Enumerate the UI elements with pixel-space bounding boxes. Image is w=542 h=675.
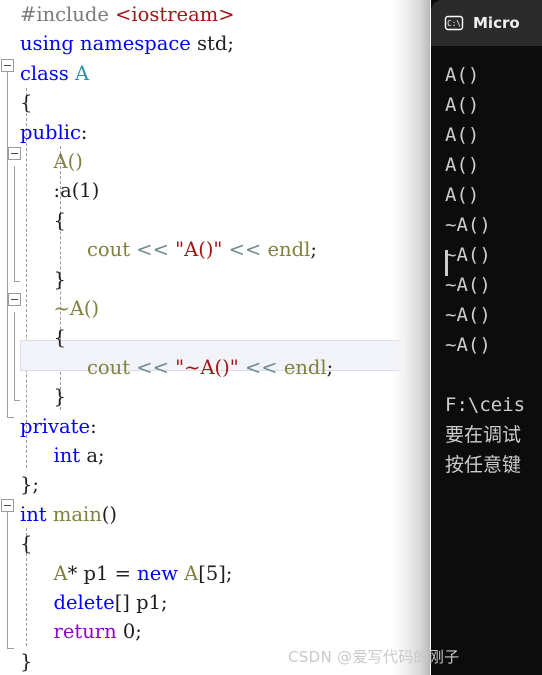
code-token: [] (114, 591, 130, 614)
code-token: A (184, 561, 199, 585)
code-token: int (20, 502, 47, 526)
code-token: : (80, 120, 88, 144)
code-token: private (20, 414, 91, 438)
console-line: ~A() (445, 304, 491, 326)
code-token: using namespace (20, 32, 191, 56)
code-token: #include (20, 3, 116, 26)
code-line[interactable]: :a(1) (0, 176, 430, 205)
code-token: 0; (116, 620, 142, 644)
code-token: { (20, 91, 33, 115)
code-token: A (53, 561, 68, 585)
code-line[interactable]: public: (0, 118, 430, 147)
code-token: new (137, 561, 178, 585)
code-editor[interactable]: #include <iostream> using namespace std; c… (0, 0, 430, 675)
console-line: A() (445, 64, 480, 86)
code-token: endl (267, 238, 311, 262)
code-line[interactable]: { (0, 323, 430, 352)
code-token: ~A() (53, 297, 100, 320)
code-line[interactable]: int main() (0, 500, 430, 529)
code-token: [5]; (198, 561, 233, 585)
code-line[interactable]: using namespace std; (0, 29, 430, 58)
code-token: std; (190, 32, 234, 56)
console-line: ~A() (445, 214, 491, 236)
code-line[interactable]: cout << "A()" << endl; (0, 235, 430, 264)
code-token: public (20, 120, 81, 144)
code-token: << (228, 238, 262, 262)
code-token: { (53, 208, 66, 232)
code-line[interactable]: delete[] p1; (0, 588, 430, 617)
code-token: << (136, 355, 169, 379)
code-token: delete (53, 591, 115, 614)
screenshot-root: #include <iostream> using namespace std; c… (0, 0, 542, 675)
code-token: cout (87, 238, 131, 262)
code-line[interactable]: { (0, 206, 430, 235)
code-token: main (52, 502, 102, 526)
console-text-caret (445, 250, 448, 276)
terminal-cmd-icon: C:\ (443, 12, 465, 34)
code-line[interactable]: ~A() (0, 294, 430, 323)
code-line[interactable]: #include <iostream> (0, 0, 430, 29)
code-token: <iostream> (115, 3, 235, 26)
code-token: * p1 = (67, 561, 138, 585)
code-token: << (136, 238, 169, 262)
code-line[interactable]: } (0, 382, 430, 411)
code-line[interactable]: }; (0, 470, 430, 499)
code-line[interactable]: } (0, 265, 430, 294)
console-line: ~A() (445, 334, 491, 356)
code-line[interactable]: private: (0, 412, 430, 441)
code-token: endl (283, 355, 327, 379)
console-line: 按任意键 (445, 454, 522, 476)
console-line: A() (445, 124, 480, 146)
code-token: << (244, 355, 278, 379)
console-line: A() (445, 184, 480, 206)
code-token: int (53, 444, 81, 467)
code-token: } (20, 649, 33, 673)
code-line[interactable]: { (0, 88, 430, 117)
svg-text:C:\: C:\ (447, 19, 461, 28)
code-token: A (75, 61, 90, 85)
csdn-watermark: CSDN @爱写代码的刚子 (288, 648, 460, 666)
console-line: F:\ceis (445, 394, 526, 416)
console-title-text: Micro (473, 14, 520, 32)
code-line[interactable]: int a; (0, 441, 430, 470)
code-token: { (53, 326, 66, 350)
code-token: : (90, 414, 97, 438)
code-line[interactable]: { (0, 529, 430, 558)
code-token: ; (310, 238, 317, 262)
console-output: A() A() A() A() A() ~A() ~A() ~A() ~A() ~A() F:\ce… (431, 46, 542, 675)
console-titlebar[interactable]: C:\ Micro (431, 0, 542, 46)
code-token: ; (326, 355, 334, 379)
code-token: () (101, 502, 117, 526)
code-line[interactable]: return 0; (0, 617, 430, 646)
code-token: p1; (129, 591, 168, 614)
code-line[interactable]: A() (0, 147, 430, 176)
code-token: }; (20, 473, 39, 497)
code-token: "A()" (175, 238, 223, 262)
code-token: a; (80, 444, 105, 467)
code-line[interactable]: class A (0, 59, 430, 88)
code-token: A() (53, 150, 83, 173)
code-token: class (20, 61, 69, 85)
editor-edge-shadow (392, 0, 430, 675)
code-token: cout (87, 355, 131, 379)
debug-console-window[interactable]: C:\ Micro A() A() A() A() A() ~A() ~A() ~A() ~A(… (431, 0, 542, 675)
code-token: :a(1) (53, 179, 100, 203)
console-line: A() (445, 154, 480, 176)
code-line[interactable]: cout << "~A()" << endl; (0, 353, 430, 382)
console-line: 要在调试 (445, 424, 522, 446)
console-line: ~A() (445, 274, 491, 296)
console-line: ~A() (445, 244, 491, 266)
console-line: A() (445, 94, 480, 116)
code-token: { (20, 532, 33, 556)
code-token: } (53, 267, 66, 291)
code-token: return (53, 620, 117, 644)
code-token: } (53, 385, 66, 409)
code-line[interactable]: A* p1 = new A[5]; (0, 559, 430, 588)
code-token: "~A()" (175, 355, 239, 379)
